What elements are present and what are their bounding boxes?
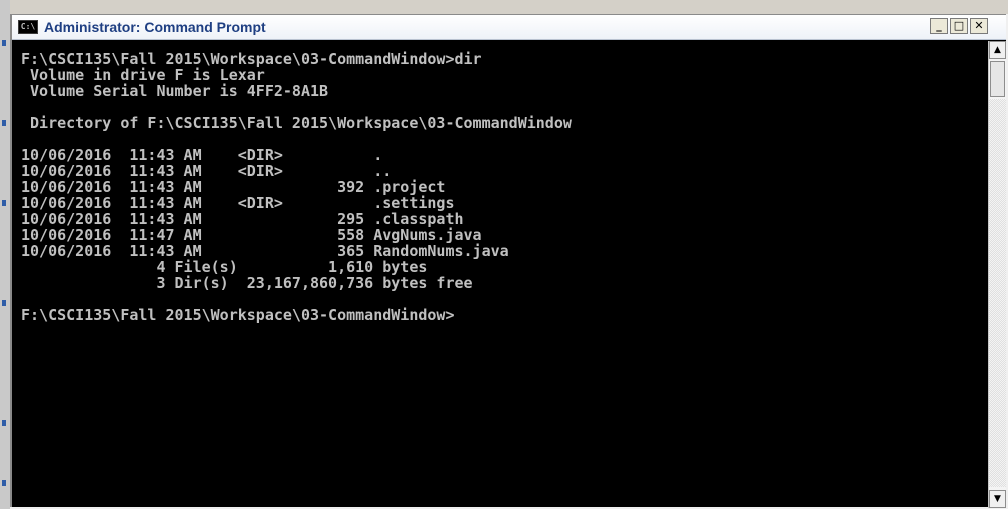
desktop-edge-mark (2, 200, 6, 206)
console-line: 10/06/2016 11:43 AM 295 .classpath (21, 210, 464, 228)
vertical-scrollbar[interactable]: ▲ ▼ (988, 41, 1006, 508)
console-line: Directory of F:\CSCI135\Fall 2015\Worksp… (21, 114, 572, 132)
desktop-edge-mark (2, 480, 6, 486)
console-output[interactable]: F:\CSCI135\Fall 2015\Workspace\03-Comman… (15, 43, 977, 505)
desktop-edge-mark (2, 420, 6, 426)
scroll-down-button[interactable]: ▼ (989, 490, 1006, 508)
command-prompt-window[interactable]: C:\ Administrator: Command Prompt _ □ ✕ … (10, 14, 1006, 508)
scroll-up-button[interactable]: ▲ (989, 41, 1006, 59)
desktop-edge-mark (2, 40, 6, 46)
desktop-strip (0, 0, 1008, 14)
window-title: Administrator: Command Prompt (44, 19, 266, 35)
console-line: 10/06/2016 11:43 AM <DIR> . (21, 146, 383, 164)
scroll-thumb[interactable] (990, 61, 1005, 97)
title-bar[interactable]: C:\ Administrator: Command Prompt _ □ ✕ (12, 15, 1006, 40)
console-line: 10/06/2016 11:43 AM 365 RandomNums.java (21, 242, 509, 260)
scroll-track[interactable] (989, 99, 1006, 487)
console-line: Volume in drive F is Lexar (21, 66, 265, 84)
console-line: Volume Serial Number is 4FF2-8A1B (21, 82, 329, 100)
console-line: 10/06/2016 11:43 AM <DIR> .settings (21, 194, 455, 212)
minimize-button[interactable]: _ (930, 18, 948, 34)
desktop-edge (0, 0, 10, 509)
console-line: 4 File(s) 1,610 bytes (21, 258, 428, 276)
console-line: 10/06/2016 11:47 AM 558 AvgNums.java (21, 226, 482, 244)
close-button[interactable]: ✕ (970, 18, 988, 34)
console-line: F:\CSCI135\Fall 2015\Workspace\03-Comman… (21, 50, 482, 68)
console-line: 3 Dir(s) 23,167,860,736 bytes free (21, 274, 473, 292)
console-prompt-line: F:\CSCI135\Fall 2015\Workspace\03-Comman… (21, 306, 455, 324)
console-line: 10/06/2016 11:43 AM 392 .project (21, 178, 446, 196)
desktop-edge-mark (2, 300, 6, 306)
maximize-button[interactable]: □ (950, 18, 968, 34)
cmd-app-icon[interactable]: C:\ (18, 20, 38, 34)
desktop-edge-mark (2, 120, 6, 126)
console-line: 10/06/2016 11:43 AM <DIR> .. (21, 162, 392, 180)
